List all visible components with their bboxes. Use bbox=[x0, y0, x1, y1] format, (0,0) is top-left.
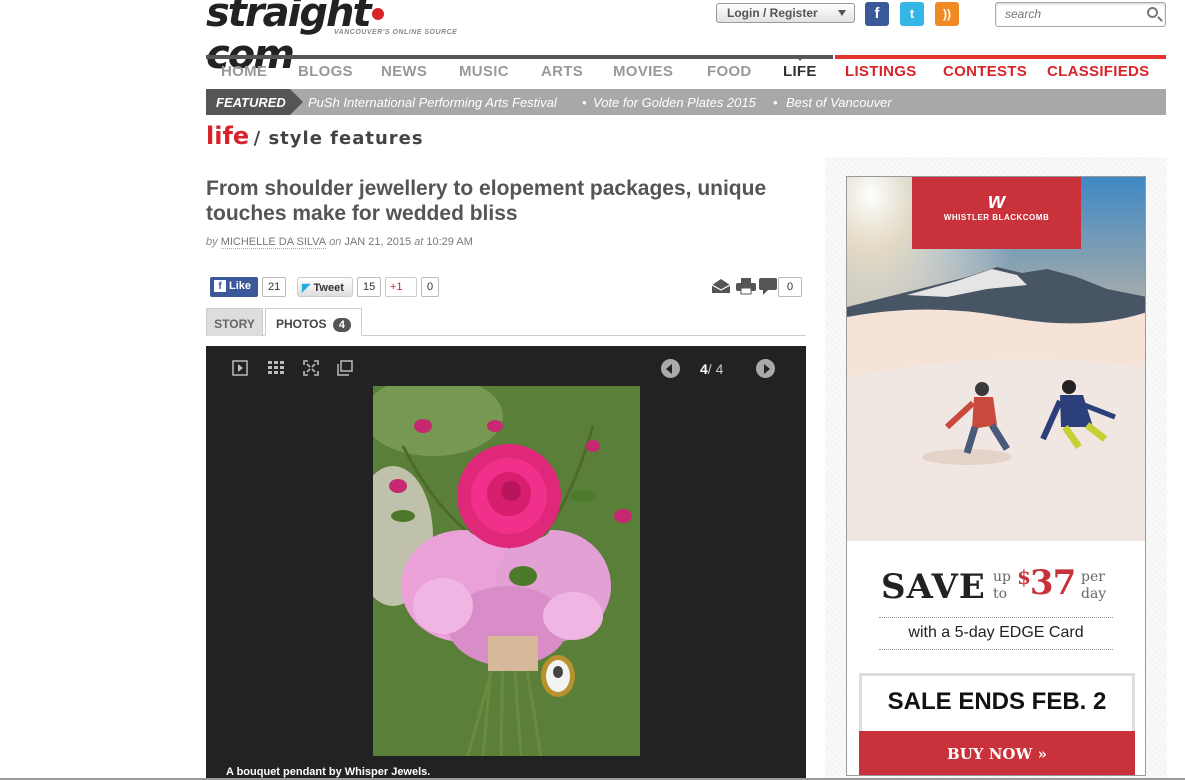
login-label: Login / Register bbox=[727, 6, 818, 20]
search-icon[interactable] bbox=[1147, 7, 1158, 18]
byline-by: by bbox=[206, 236, 218, 248]
byline-at: at bbox=[414, 236, 424, 248]
photo-current: 4 bbox=[700, 361, 708, 377]
brand-name: WHISTLER BLACKCOMB bbox=[943, 213, 1050, 222]
slideshow-play-icon[interactable] bbox=[232, 360, 248, 376]
photo-total: 4 bbox=[715, 361, 724, 377]
byline-on: on bbox=[329, 236, 342, 248]
featured-label: FEATURED bbox=[206, 89, 303, 115]
photos-count-badge: 4 bbox=[332, 318, 351, 332]
rss-icon[interactable]: )) bbox=[935, 2, 959, 26]
nav-arts[interactable]: ARTS bbox=[541, 63, 583, 80]
ad-per: per bbox=[1081, 569, 1105, 585]
byline: by MICHELLE DA SILVA on JAN 21, 2015 at … bbox=[206, 236, 473, 249]
tab-photos[interactable]: PHOTOS 4 bbox=[265, 308, 362, 336]
twitter-bird-icon: ◤ bbox=[302, 282, 311, 294]
active-nav-marker bbox=[795, 55, 805, 61]
tweet-button[interactable]: ◤ Tweet bbox=[297, 277, 353, 297]
featured-item[interactable]: Vote for Golden Plates 2015 bbox=[593, 95, 756, 110]
grid-view-icon[interactable] bbox=[268, 360, 284, 376]
previous-photo-button[interactable] bbox=[661, 359, 680, 378]
article-tabs: STORY PHOTOS 4 bbox=[206, 308, 806, 336]
print-icon[interactable] bbox=[736, 278, 756, 295]
site-logo[interactable]: straightcom VANCOUVER'S ONLINE SOURCE bbox=[206, 0, 471, 76]
bouquet-illustration bbox=[373, 386, 640, 756]
ad-up-to: up to bbox=[993, 569, 1011, 603]
featured-item[interactable]: PuSh International Performing Arts Festi… bbox=[308, 95, 557, 110]
nav-movies[interactable]: MOVIES bbox=[613, 63, 673, 80]
nav-life[interactable]: LIFE bbox=[783, 63, 817, 80]
ad-to: to bbox=[993, 586, 1008, 602]
buy-now-button[interactable]: BUY NOW » bbox=[859, 731, 1135, 775]
ad-price: $37 bbox=[1017, 563, 1076, 603]
ad-offer: SAVE up to $37 per day bbox=[881, 563, 1121, 611]
brand-mark: w bbox=[987, 188, 1006, 213]
chevron-down-icon bbox=[838, 10, 846, 16]
tweet-label: Tweet bbox=[313, 282, 344, 294]
photo-caption: A bouquet pendant by Whisper Jewels. bbox=[226, 766, 431, 778]
search-box bbox=[995, 2, 1166, 27]
facebook-like-button[interactable]: f Like bbox=[210, 277, 258, 297]
photo-counter-separator: / bbox=[707, 361, 712, 377]
logo-tagline: VANCOUVER'S ONLINE SOURCE bbox=[334, 29, 458, 36]
nav-classifieds[interactable]: CLASSIFIEDS bbox=[1047, 63, 1149, 80]
section-subtitle[interactable]: / style features bbox=[254, 128, 424, 149]
comment-icon[interactable] bbox=[759, 278, 778, 295]
like-label: Like bbox=[229, 280, 252, 292]
ad-edge-card: with a 5-day EDGE Card bbox=[879, 617, 1113, 650]
tab-photos-label: PHOTOS bbox=[276, 317, 327, 331]
tweet-count: 15 bbox=[357, 277, 382, 297]
facebook-icon[interactable]: f bbox=[865, 2, 889, 26]
gplus-label: +1 bbox=[390, 281, 403, 293]
ad-amount: 37 bbox=[1029, 563, 1076, 603]
nav-news[interactable]: NEWS bbox=[381, 63, 427, 80]
google-plus-button[interactable]: +1 bbox=[385, 277, 417, 297]
nav-listings[interactable]: LISTINGS bbox=[845, 63, 917, 80]
featured-bar: FEATURED PuSh International Performing A… bbox=[206, 89, 1166, 115]
twitter-icon[interactable]: t bbox=[900, 2, 924, 26]
article-time: 10:29 AM bbox=[426, 236, 473, 248]
nav-contests[interactable]: CONTESTS bbox=[943, 63, 1027, 80]
ad-save: SAVE bbox=[881, 567, 986, 607]
article-headline: From shoulder jewellery to elopement pac… bbox=[206, 177, 767, 225]
nav-bar-rule-red bbox=[835, 55, 1166, 59]
advertisement[interactable]: w WHISTLER BLACKCOMB SAVE up to $37 per da… bbox=[846, 176, 1146, 776]
nav-home[interactable]: HOME bbox=[221, 63, 267, 80]
nav-bar-rule bbox=[206, 55, 833, 59]
author-link[interactable]: MICHELLE DA SILVA bbox=[220, 236, 327, 249]
ad-up: up bbox=[993, 569, 1011, 585]
article-date: JAN 21, 2015 bbox=[344, 236, 412, 248]
nav-blogs[interactable]: BLOGS bbox=[298, 63, 353, 80]
email-icon[interactable] bbox=[711, 278, 731, 294]
login-register-button[interactable]: Login / Register bbox=[716, 3, 855, 23]
nav-music[interactable]: MUSIC bbox=[459, 63, 509, 80]
search-input[interactable] bbox=[996, 3, 1136, 25]
bullet: • bbox=[582, 95, 587, 110]
ad-sale-ends: SALE ENDS FEB. 2 bbox=[859, 673, 1135, 735]
ad-per-day: per day bbox=[1081, 569, 1106, 603]
ad-brand-logo: w WHISTLER BLACKCOMB bbox=[912, 177, 1081, 249]
main-nav: HOME BLOGS NEWS MUSIC ARTS MOVIES FOOD L… bbox=[206, 55, 1166, 83]
tab-story[interactable]: STORY bbox=[206, 308, 263, 336]
section-life-link[interactable]: life bbox=[206, 122, 249, 150]
fullscreen-icon[interactable] bbox=[303, 360, 319, 376]
featured-item[interactable]: Best of Vancouver bbox=[786, 95, 892, 110]
logo-dot bbox=[371, 8, 384, 20]
bullet: • bbox=[773, 95, 778, 110]
like-count: 21 bbox=[262, 277, 287, 297]
ad-day: day bbox=[1081, 586, 1107, 602]
gplus-count: 0 bbox=[421, 277, 440, 297]
photo-viewer: 4/ 4 A bouquet pendant by Whisper Jewels… bbox=[206, 346, 806, 780]
page: straightcom VANCOUVER'S ONLINE SOURCE Lo… bbox=[0, 0, 1185, 780]
section-title: life / style features bbox=[206, 122, 424, 150]
gallery-icon[interactable] bbox=[337, 360, 353, 376]
facebook-icon: f bbox=[214, 280, 226, 292]
comment-count: 0 bbox=[778, 277, 802, 297]
next-photo-button[interactable] bbox=[756, 359, 775, 378]
ad-currency: $ bbox=[1017, 565, 1031, 589]
nav-food[interactable]: FOOD bbox=[707, 63, 752, 80]
bouquet-photo[interactable] bbox=[373, 386, 640, 756]
photo-counter: 4/ 4 bbox=[700, 361, 723, 377]
